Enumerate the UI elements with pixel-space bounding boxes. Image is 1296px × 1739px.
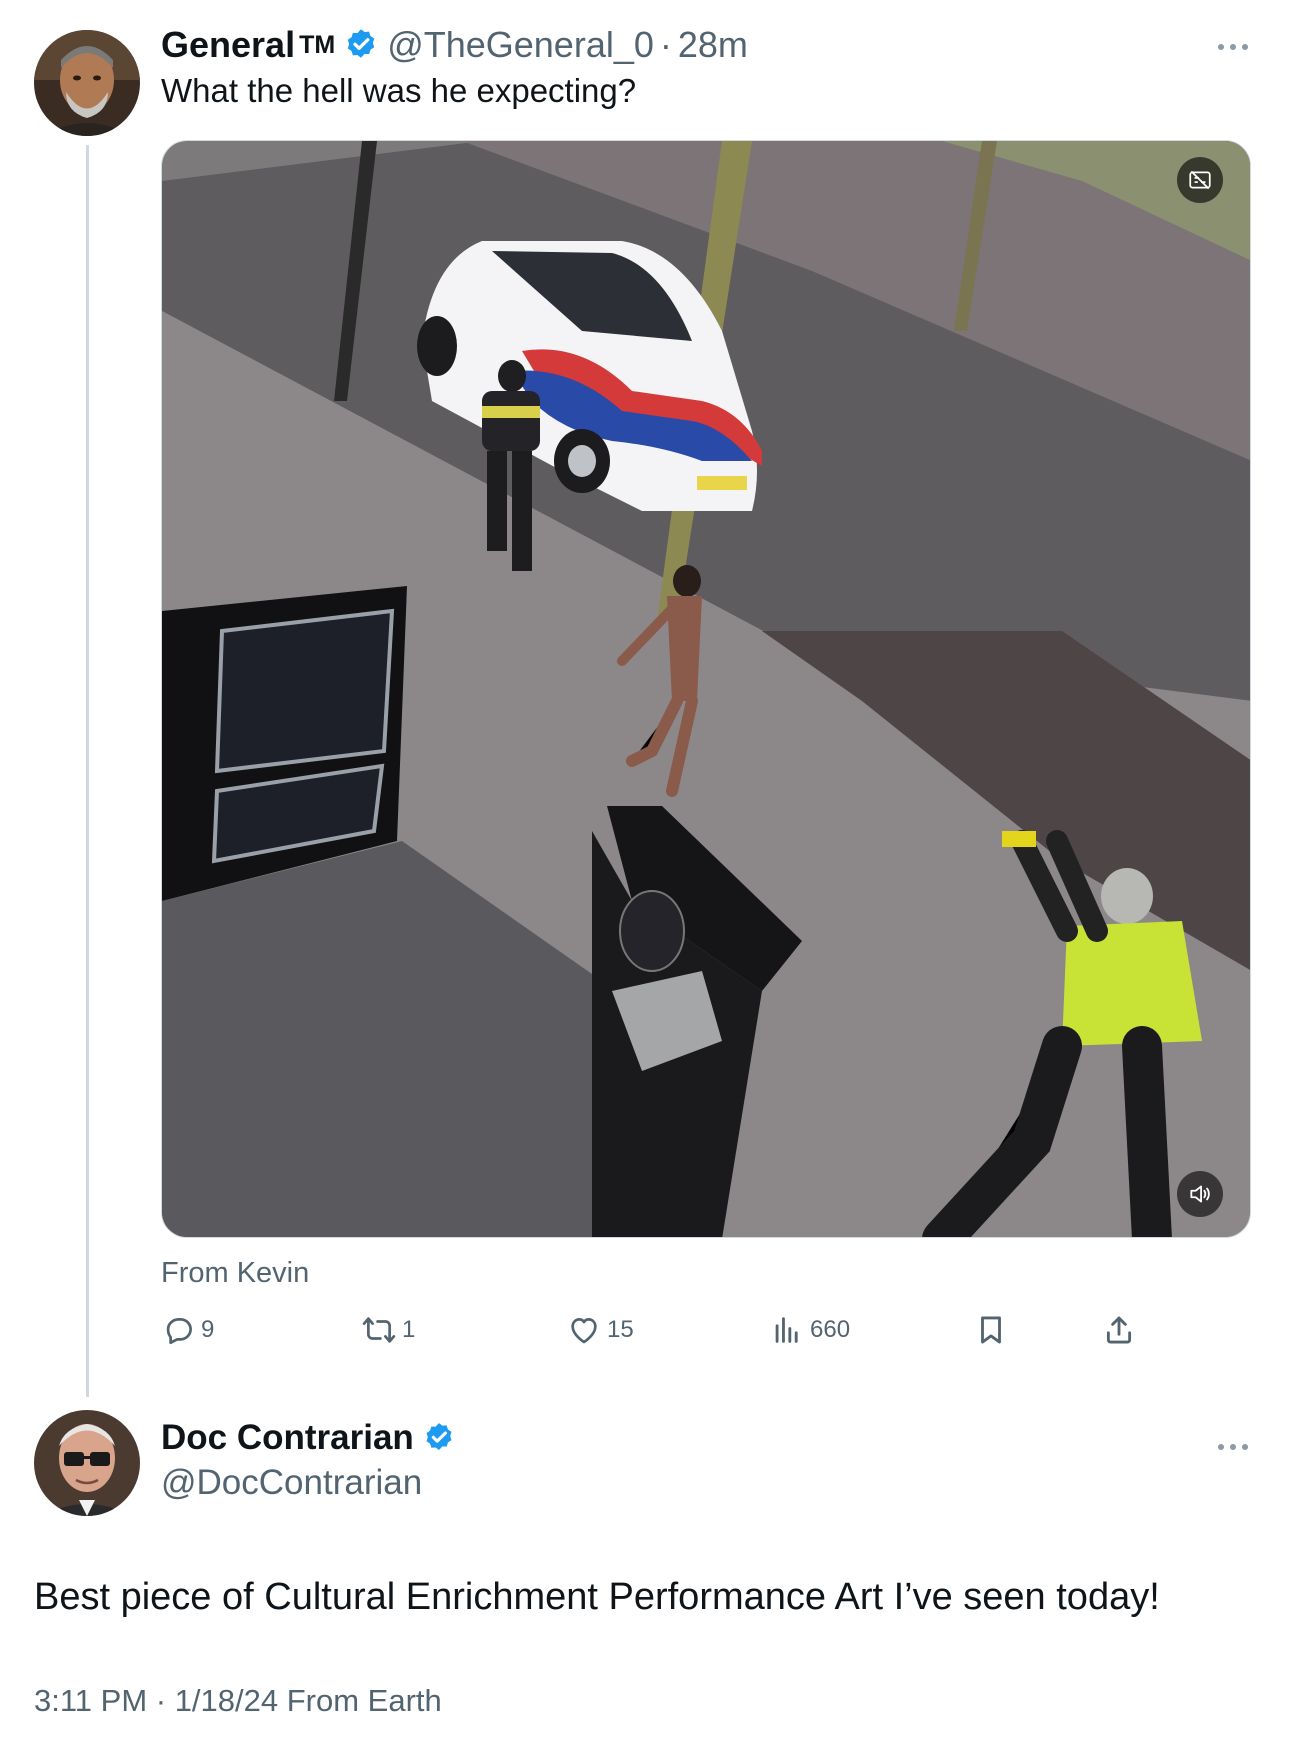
reply-count: 9 xyxy=(201,1316,215,1343)
share-icon xyxy=(1106,1316,1132,1344)
verified-badge-icon xyxy=(422,1421,456,1455)
reply-text: Best piece of Cultural Enrichment Perfor… xyxy=(34,1576,1160,1618)
reply-button[interactable]: 9 xyxy=(161,1308,214,1352)
like-button[interactable]: 15 xyxy=(567,1308,634,1352)
source-line: From Kevin xyxy=(161,1257,310,1289)
more-options-icon[interactable] xyxy=(1218,1441,1250,1451)
views-icon xyxy=(775,1317,798,1343)
author-handle[interactable]: @TheGeneral_0 xyxy=(387,24,654,66)
view-count: 660 xyxy=(810,1316,851,1343)
reply-author-handle[interactable]: @DocContrarian xyxy=(161,1463,422,1503)
heart-icon xyxy=(571,1318,597,1344)
reply-author-name[interactable]: Doc Contrarian xyxy=(161,1418,414,1458)
avatar[interactable] xyxy=(34,30,140,136)
reply-timestamp: 3:11 PM · 1/18/24 From Earth xyxy=(34,1683,442,1718)
tweet-header: General TM @TheGeneral_0 · 28m xyxy=(161,22,748,68)
tweet-text: What the hell was he expecting? xyxy=(161,72,637,109)
more-options-icon[interactable] xyxy=(1218,41,1250,51)
bookmark-icon xyxy=(981,1316,1001,1344)
verified-badge-icon xyxy=(343,27,379,63)
bookmark-button[interactable] xyxy=(974,1308,1008,1352)
author-name[interactable]: General xyxy=(161,24,295,66)
avatar[interactable] xyxy=(34,1410,140,1516)
share-button[interactable] xyxy=(1102,1308,1136,1352)
thread-connector-line xyxy=(86,145,89,1397)
video-frame xyxy=(162,141,1250,1237)
speaker-icon[interactable] xyxy=(1177,1171,1223,1217)
tweet-action-bar: 9 1 15 660 xyxy=(0,1308,1296,1352)
reply-header: Doc Contrarian xyxy=(161,1418,464,1458)
trademark-label: TM xyxy=(299,30,336,59)
time-ago[interactable]: 28m xyxy=(678,24,748,66)
repost-button[interactable]: 1 xyxy=(362,1308,415,1352)
reply-icon xyxy=(166,1318,192,1345)
repost-icon xyxy=(362,1317,396,1343)
captions-off-icon[interactable] xyxy=(1177,157,1223,203)
video-player[interactable] xyxy=(161,140,1251,1238)
repost-count: 1 xyxy=(402,1316,416,1343)
separator: · xyxy=(659,24,672,65)
like-count: 15 xyxy=(607,1316,634,1343)
views-button[interactable]: 660 xyxy=(770,1308,850,1352)
